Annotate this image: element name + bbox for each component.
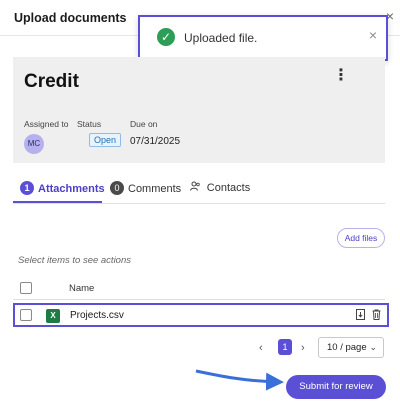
pointer-arrow-icon — [195, 369, 284, 391]
submit-for-review-button[interactable]: Submit for review — [286, 375, 386, 399]
